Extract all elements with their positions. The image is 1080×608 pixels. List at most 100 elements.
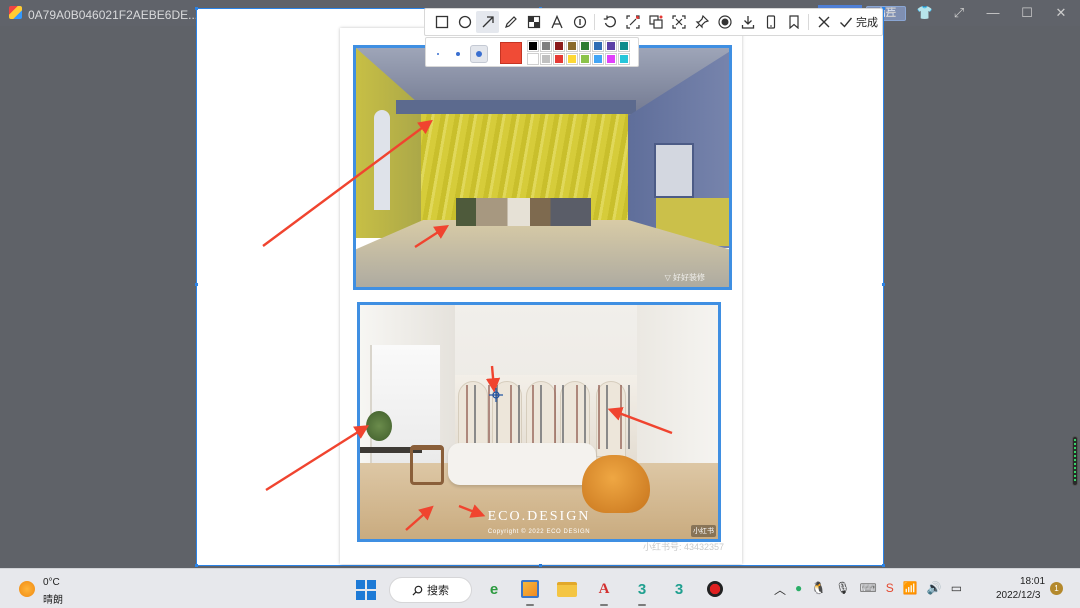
weather-description[interactable]: 晴朗	[43, 591, 63, 606]
minimize-icon[interactable]: —	[982, 3, 1004, 23]
undo-icon[interactable]	[598, 11, 621, 33]
text-icon[interactable]	[545, 11, 568, 33]
color-swatch[interactable]	[618, 40, 630, 52]
toolbar-divider	[594, 14, 595, 30]
system-tray: ︿ ● 🐧 🎙 ⌨ S 📶 🔊 ▭	[774, 581, 962, 598]
desktop-screen: { "window": { "title": "0A79A0B046021F2A…	[0, 0, 1080, 608]
ocr-icon[interactable]	[667, 11, 690, 33]
maximize-icon[interactable]: ☐	[1016, 3, 1038, 23]
app-3-alt-icon[interactable]: 3	[667, 577, 691, 601]
current-color-swatch[interactable]	[500, 42, 522, 64]
resize-handle[interactable]	[195, 283, 198, 286]
volume-indicator	[1072, 436, 1078, 486]
resize-handle[interactable]	[882, 564, 885, 567]
copyright-text: Copyright © 2022 ECO DESIGN	[487, 529, 591, 535]
taskbar: 0°C 晴朗 搜索 e A 3 3 ︿ ● 🐧 🎙 ⌨ S 📶 🔊 ▭ 18:0…	[0, 568, 1080, 608]
battery-icon[interactable]: ▭	[951, 581, 962, 598]
color-swatch[interactable]	[527, 40, 539, 52]
resize-handle[interactable]	[195, 564, 198, 567]
ceiling-beam	[396, 100, 636, 114]
record-app-icon[interactable]	[703, 577, 727, 601]
color-swatch[interactable]	[592, 40, 604, 52]
volume-icon[interactable]: 🔊	[927, 581, 942, 598]
close-icon[interactable]	[812, 11, 835, 33]
browser-icon[interactable]: e	[482, 577, 506, 601]
wifi-icon[interactable]: 📶	[903, 581, 918, 598]
done-button[interactable]: 完成	[839, 14, 878, 30]
potted-plant	[366, 411, 392, 441]
color-swatch[interactable]	[566, 53, 578, 65]
input-method-icon[interactable]: ⌨	[859, 581, 876, 598]
annotation-toolbar: 完成	[424, 8, 883, 36]
image-viewer-app-icon[interactable]	[518, 577, 542, 606]
size-medium-option[interactable]	[449, 45, 467, 63]
ellipse-icon[interactable]	[453, 11, 476, 33]
wooden-chair	[410, 445, 444, 485]
scan-icon[interactable]	[621, 11, 644, 33]
resize-handle[interactable]	[882, 283, 885, 286]
right-wall	[637, 305, 718, 485]
white-sofa	[448, 443, 596, 485]
sun-icon[interactable]	[19, 581, 35, 597]
weather-temperature[interactable]: 0°C	[43, 577, 60, 588]
rectangle-icon[interactable]	[430, 11, 453, 33]
color-swatch[interactable]	[540, 53, 552, 65]
download-icon[interactable]	[736, 11, 759, 33]
color-swatch[interactable]	[527, 53, 539, 65]
size-large-option[interactable]	[470, 45, 488, 63]
figure-collection	[460, 385, 630, 449]
clock-time[interactable]: 18:01	[1020, 576, 1045, 587]
photo-before-renovation: ▽ 好好装修	[353, 45, 732, 290]
construction-materials	[456, 198, 591, 226]
color-swatch[interactable]	[540, 40, 552, 52]
number-icon[interactable]	[568, 11, 591, 33]
bookmark-icon[interactable]	[782, 11, 805, 33]
qq-icon[interactable]: 🐧	[811, 581, 826, 598]
close-icon[interactable]: ✕	[1050, 3, 1072, 23]
search-icon	[412, 585, 423, 596]
start-button[interactable]	[356, 580, 376, 600]
chevron-up-icon[interactable]: ︿	[774, 581, 786, 598]
sogou-icon[interactable]: S	[886, 581, 894, 598]
color-swatch[interactable]	[566, 40, 578, 52]
size-small-option[interactable]	[429, 45, 447, 63]
search-label: 搜索	[427, 585, 449, 597]
color-swatch[interactable]	[579, 40, 591, 52]
app-icon	[9, 6, 22, 19]
arched-window	[374, 110, 390, 210]
wechat-icon[interactable]: ●	[795, 581, 802, 598]
microphone-icon[interactable]: 🎙	[835, 581, 850, 598]
mosaic-icon[interactable]	[522, 11, 545, 33]
photo-watermark: ▽ 好好装修	[664, 273, 705, 282]
xiaohongshu-id-watermark: 小红书号: 43432357	[643, 542, 725, 552]
phone-icon[interactable]	[759, 11, 782, 33]
notification-badge[interactable]: 1	[1050, 582, 1063, 595]
brand-text: ECO.DESIGN	[487, 509, 591, 524]
check-icon	[840, 17, 853, 28]
color-swatch[interactable]	[553, 53, 565, 65]
notice-board	[654, 143, 694, 198]
pen-icon[interactable]	[499, 11, 522, 33]
toolbar-divider	[808, 14, 809, 30]
color-swatch[interactable]	[605, 53, 617, 65]
photo-after-renovation: ECO.DESIGN Copyright © 2022 ECO DESIGN 小…	[357, 302, 721, 542]
color-swatch[interactable]	[553, 40, 565, 52]
color-swatch[interactable]	[618, 53, 630, 65]
pin-icon[interactable]	[690, 11, 713, 33]
color-swatch[interactable]	[579, 53, 591, 65]
done-label: 完成	[856, 17, 878, 29]
color-swatch[interactable]	[592, 53, 604, 65]
fullscreen-icon[interactable]: ⤢	[948, 3, 970, 23]
resize-handle[interactable]	[539, 564, 542, 567]
skin-icon[interactable]: 👕	[914, 3, 936, 23]
app-3-icon[interactable]: 3	[630, 577, 654, 606]
translate-icon[interactable]	[644, 11, 667, 33]
arrow-icon[interactable]	[476, 11, 499, 33]
color-swatch[interactable]	[605, 40, 617, 52]
resize-handle[interactable]	[195, 7, 198, 10]
record-icon[interactable]	[713, 11, 736, 33]
folder-icon[interactable]	[555, 577, 579, 601]
taskbar-search[interactable]: 搜索	[389, 577, 472, 603]
acrobat-icon[interactable]: A	[592, 577, 616, 606]
clock-date[interactable]: 2022/12/3	[996, 590, 1041, 601]
